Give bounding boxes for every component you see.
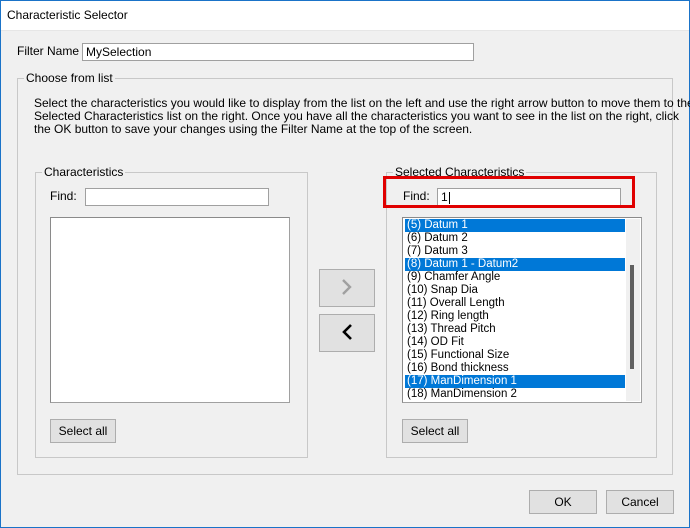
list-item[interactable]: (8) Datum 1 - Datum2 — [405, 258, 625, 271]
scrollbar-thumb[interactable] — [630, 265, 634, 369]
left-find-input[interactable] — [85, 188, 269, 206]
selected-items-container: (5) Datum 1 (6) Datum 2 (7) Datum 3 (8) … — [405, 219, 625, 401]
instructions-line-2: Selected Characteristics list on the rig… — [34, 109, 679, 123]
window-title: Characteristic Selector — [7, 8, 128, 22]
instructions-line-1: Select the characteristics you would lik… — [34, 96, 690, 110]
chevron-left-icon — [340, 323, 354, 344]
list-scrollbar[interactable] — [626, 219, 640, 401]
list-item[interactable]: (12) Ring length — [405, 310, 625, 323]
right-select-all-button[interactable]: Select all — [402, 419, 468, 443]
list-item[interactable]: (11) Overall Length — [405, 297, 625, 310]
list-item[interactable]: (6) Datum 2 — [405, 232, 625, 245]
choose-from-list-legend: Choose from list — [24, 71, 115, 85]
list-item[interactable]: (16) Bond thickness — [405, 362, 625, 375]
list-item[interactable]: (15) Functional Size — [405, 349, 625, 362]
list-item[interactable]: (5) Datum 1 — [405, 219, 625, 232]
left-find-label: Find: — [50, 189, 77, 203]
list-item[interactable]: (9) Chamfer Angle — [405, 271, 625, 284]
filter-name-input[interactable]: MySelection — [82, 43, 474, 61]
move-right-button[interactable] — [319, 269, 375, 307]
list-item[interactable]: (10) Snap Dia — [405, 284, 625, 297]
list-item[interactable]: (13) Thread Pitch — [405, 323, 625, 336]
list-item[interactable]: (18) ManDimension 2 — [405, 388, 625, 401]
instructions-line-3: the OK button to save your changes using… — [34, 122, 473, 136]
list-item[interactable]: (17) ManDimension 1 — [405, 375, 625, 388]
chevron-right-icon — [340, 278, 354, 299]
filter-name-label: Filter Name — [17, 44, 80, 58]
cancel-button[interactable]: Cancel — [606, 490, 674, 514]
title-bar[interactable]: Characteristic Selector — [1, 1, 689, 31]
characteristic-selector-dialog: Characteristic Selector Filter Name MySe… — [0, 0, 690, 528]
list-item[interactable]: (7) Datum 3 — [405, 245, 625, 258]
characteristics-legend: Characteristics — [42, 165, 126, 179]
ok-button[interactable]: OK — [529, 490, 597, 514]
selected-characteristics-list[interactable]: (5) Datum 1 (6) Datum 2 (7) Datum 3 (8) … — [402, 217, 642, 403]
characteristics-list[interactable] — [50, 217, 290, 403]
list-item[interactable]: (14) OD Fit — [405, 336, 625, 349]
move-left-button[interactable] — [319, 314, 375, 352]
find-highlight-annotation — [383, 176, 635, 208]
left-select-all-button[interactable]: Select all — [50, 419, 116, 443]
